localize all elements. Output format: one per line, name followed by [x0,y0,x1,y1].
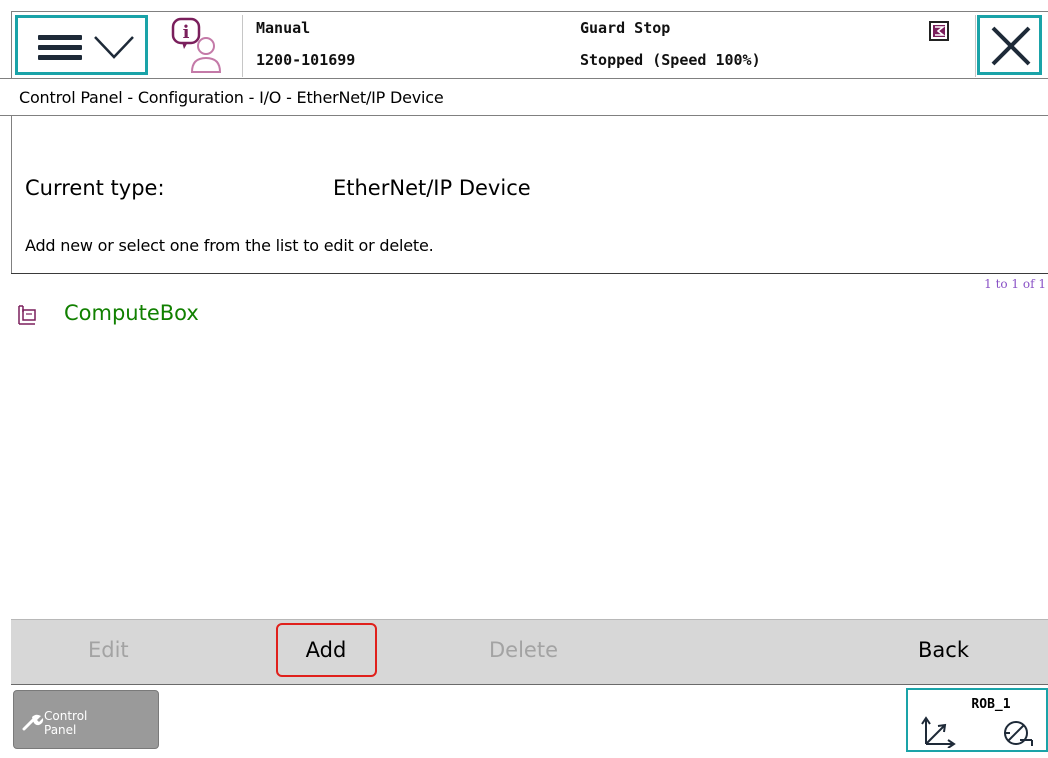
quickset-button[interactable]: ROB_1 [906,688,1048,752]
control-panel-line2: Panel [44,723,77,737]
robot-unit-label: ROB_1 [971,697,1011,712]
back-button[interactable]: Back [918,638,969,662]
controller-serial: 1200-101699 [256,51,356,69]
current-type-label: Current type: [25,176,165,200]
edit-button[interactable]: Edit [88,638,129,662]
breadcrumb-text: Control Panel - Configuration - I/O - Et… [19,88,444,107]
control-panel-task-button[interactable]: Control Panel [13,690,159,749]
add-button[interactable]: Add [276,623,377,677]
motor-state: Guard Stop [580,19,671,37]
device-icon [18,305,36,325]
svg-text:i: i [183,22,190,43]
command-bar: Edit Delete Back [11,619,1048,685]
control-panel-line1: Control [44,709,88,723]
operating-mode: Manual [256,19,311,37]
hamburger-icon [38,32,82,62]
control-panel-task-label: Control Panel [44,709,87,737]
close-icon [991,26,1031,66]
status-bar[interactable]: Manual 1200-101699 Guard Stop Stopped (S… [242,15,976,77]
instruction-text: Add new or select one from the list to e… [25,236,434,255]
tool-icon [1004,721,1033,746]
instance-list[interactable]: 1 to 1 of 1 ComputeBox [11,273,1048,619]
current-type-value: EtherNet/IP Device [333,176,531,200]
list-item-name: ComputeBox [64,301,199,325]
main-menu-button[interactable] [15,15,148,75]
event-log-icon[interactable]: i [168,16,230,74]
taskbar: Control Panel ROB_1 [11,685,1048,758]
page-count: 1 to 1 of 1 [984,277,1046,291]
breadcrumb: Control Panel - Configuration - I/O - Et… [0,78,1048,116]
add-button-label: Add [305,638,347,662]
speed-state: Stopped (Speed 100%) [580,51,761,69]
delete-button[interactable]: Delete [489,638,558,662]
chevron-down-icon [94,36,134,59]
list-item[interactable]: ComputeBox [17,300,417,330]
program-speed-icon [929,21,949,41]
coordinate-system-icon [921,716,956,748]
close-button[interactable] [977,15,1042,75]
wrench-icon [22,714,44,731]
